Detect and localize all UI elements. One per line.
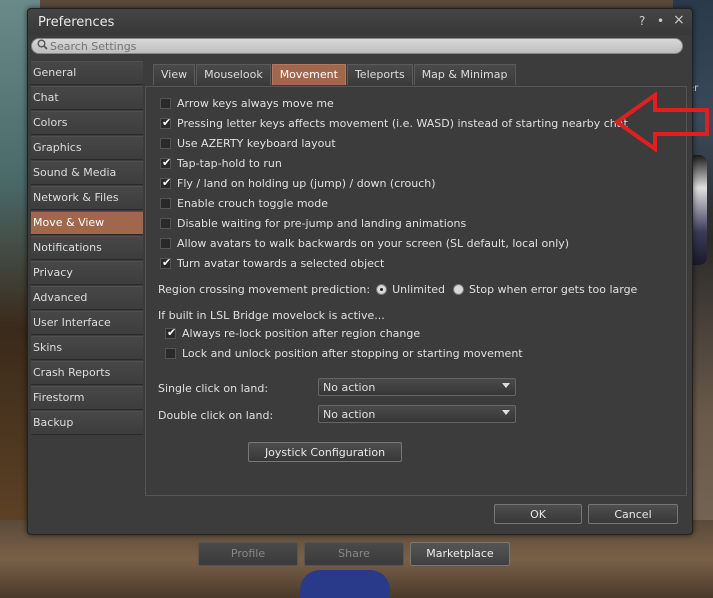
option-label: Disable waiting for pre-jump and landing… [177,216,467,230]
lsl-bridge-heading-label: If built in LSL Bridge movelock is activ… [158,308,385,322]
tab-map-minimap[interactable]: Map & Minimap [413,64,516,85]
checkbox[interactable] [160,97,171,109]
background-avatar [300,570,390,598]
option-disable-prejump[interactable]: Disable waiting for pre-jump and landing… [160,215,466,231]
sidebar-item-chat[interactable]: Chat [31,86,143,110]
checkbox[interactable]: ✔ [160,115,172,129]
joystick-configuration-button[interactable]: Joystick Configuration [248,442,402,462]
tab-bar: View Mouselook Movement Teleports Map & … [153,64,517,85]
sidebar-item-colors[interactable]: Colors [31,111,143,135]
help-icon[interactable]: ? [639,14,645,28]
checkbox[interactable] [160,137,171,149]
single-click-value: No action [323,381,376,394]
checkbox[interactable] [160,237,171,249]
option-label: Turn avatar towards a selected object [177,256,385,270]
radio-stop-label[interactable]: Stop when error gets too large [469,283,637,296]
single-click-dropdown[interactable]: No action [318,378,516,396]
sidebar-item-network-files[interactable]: Network & Files [31,186,143,210]
close-icon[interactable]: × [673,12,685,28]
profile-button[interactable]: Profile [198,542,298,566]
window-title: Preferences [38,15,115,30]
checkbox[interactable]: ✔ [160,155,172,169]
option-label: Always re-lock position after region cha… [182,326,421,340]
checkbox[interactable]: ✔ [160,175,172,189]
minimize-icon[interactable]: • [657,14,664,28]
sidebar-item-user-interface[interactable]: User Interface [31,311,143,335]
option-label: Arrow keys always move me [177,96,334,110]
radio-stop-when-error[interactable] [453,283,465,295]
option-turn-avatar[interactable]: ✔ Turn avatar towards a selected object [160,255,384,271]
option-label: Fly / land on holding up (jump) / down (… [177,176,436,190]
share-button[interactable]: Share [304,542,404,566]
background-bottom-bar: Profile Share Marketplace [198,542,510,566]
region-crossing-label: Region crossing movement prediction: [158,282,371,296]
tab-movement[interactable]: Movement [271,64,346,85]
sidebar-item-graphics[interactable]: Graphics [31,136,143,160]
option-relock-position[interactable]: ✔ Always re-lock position after region c… [165,325,420,341]
tab-view[interactable]: View [153,64,196,85]
double-click-row: Double click on land: [158,407,273,423]
single-click-label: Single click on land: [158,381,269,395]
sidebar-item-move-view[interactable]: Move & View [31,211,143,235]
chevron-down-icon [502,383,510,388]
sidebar-item-backup[interactable]: Backup [31,411,143,435]
search-input[interactable] [50,39,650,53]
search-icon [37,39,48,53]
sidebar-item-general[interactable]: General [31,61,143,85]
ok-button[interactable]: OK [494,504,582,524]
checkmark-icon: ✔ [162,115,172,129]
option-crouch-toggle[interactable]: Enable crouch toggle mode [160,195,328,211]
tab-mouselook[interactable]: Mouselook [196,64,271,85]
checkbox[interactable]: ✔ [165,325,177,339]
region-crossing-row: Region crossing movement prediction: Unl… [158,281,637,297]
checkmark-icon: ✔ [162,255,172,269]
checkbox[interactable]: ✔ [160,255,172,269]
option-arrow-keys[interactable]: Arrow keys always move me [160,95,334,111]
option-label: Pressing letter keys affects movement (i… [177,116,628,130]
checkmark-icon: ✔ [167,325,177,339]
option-label: Enable crouch toggle mode [177,196,329,210]
cancel-button[interactable]: Cancel [588,504,678,524]
titlebar[interactable]: Preferences ? • × [28,9,692,35]
option-walk-backwards[interactable]: Allow avatars to walk backwards on your … [160,235,569,251]
option-label: Tap-tap-hold to run [177,156,282,170]
sidebar: General Chat Colors Graphics Sound & Med… [31,61,143,436]
checkmark-icon: ✔ [162,175,172,189]
sidebar-item-notifications[interactable]: Notifications [31,236,143,260]
checkmark-icon: ✔ [162,155,172,169]
sidebar-item-privacy[interactable]: Privacy [31,261,143,285]
marketplace-button[interactable]: Marketplace [410,542,510,566]
option-fly-land[interactable]: ✔ Fly / land on holding up (jump) / down… [160,175,436,191]
checkbox[interactable] [160,197,171,209]
sidebar-item-advanced[interactable]: Advanced [31,286,143,310]
sidebar-item-firestorm[interactable]: Firestorm [31,386,143,410]
checkbox[interactable] [160,217,171,229]
option-label: Lock and unlock position after stopping … [182,346,523,360]
search-bar[interactable] [31,38,683,54]
option-lock-unlock[interactable]: Lock and unlock position after stopping … [165,345,523,361]
radio-unlimited-label[interactable]: Unlimited [392,283,445,296]
double-click-dropdown[interactable]: No action [318,405,516,423]
option-label: Allow avatars to walk backwards on your … [177,236,570,250]
radio-unlimited[interactable] [376,283,388,295]
sidebar-item-skins[interactable]: Skins [31,336,143,360]
annotation-arrow-icon [613,92,709,152]
option-tap-tap-hold[interactable]: ✔ Tap-tap-hold to run [160,155,282,171]
double-click-value: No action [323,408,376,421]
double-click-label: Double click on land: [158,408,274,422]
lsl-bridge-heading: If built in LSL Bridge movelock is activ… [158,307,385,323]
checkbox[interactable] [165,347,176,359]
sidebar-item-crash-reports[interactable]: Crash Reports [31,361,143,385]
option-azerty[interactable]: Use AZERTY keyboard layout [160,135,336,151]
option-wasd[interactable]: ✔ Pressing letter keys affects movement … [160,115,628,131]
preferences-dialog: Preferences ? • × General Chat Colors Gr… [27,8,693,535]
single-click-row: Single click on land: [158,380,268,396]
option-label: Use AZERTY keyboard layout [177,136,336,150]
chevron-down-icon [502,410,510,415]
tab-teleports[interactable]: Teleports [346,64,413,85]
sidebar-item-sound-media[interactable]: Sound & Media [31,161,143,185]
